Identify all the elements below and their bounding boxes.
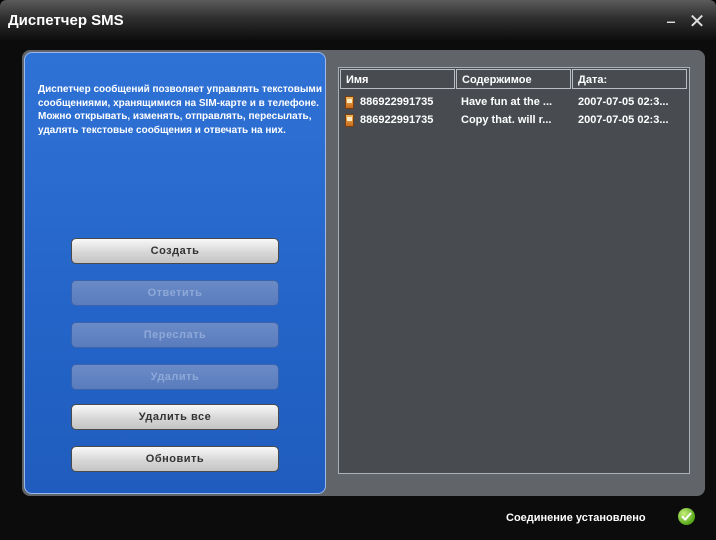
actions-panel: Диспетчер сообщений позволяет управлять …: [24, 52, 326, 494]
sender-name: 886922991735: [360, 114, 434, 126]
connection-status: Соединение установлено: [506, 512, 646, 524]
delete-all-button[interactable]: Удалить все: [71, 404, 279, 430]
table-row[interactable]: 886922991735 Copy that. will r... 2007-0…: [339, 111, 689, 129]
refresh-button[interactable]: Обновить: [71, 446, 279, 472]
create-button[interactable]: Создать: [71, 238, 279, 264]
checkmark-icon: [681, 512, 692, 521]
list-header: Имя Содержимое Дата:: [339, 68, 689, 92]
reply-button[interactable]: Ответить: [71, 280, 279, 306]
forward-button[interactable]: Переслать: [71, 322, 279, 348]
description-text: Диспетчер сообщений позволяет управлять …: [38, 84, 322, 136]
window-title: Диспетчер SMS: [8, 12, 124, 29]
close-button[interactable]: ✕: [686, 10, 708, 32]
title-bar: Диспетчер SMS – ✕: [0, 0, 716, 40]
message-list[interactable]: Имя Содержимое Дата: 886922991735 Have f…: [338, 67, 690, 474]
sms-icon: [345, 114, 354, 127]
message-content: Copy that. will r...: [461, 114, 552, 126]
check-icon: [678, 508, 695, 525]
column-header-date[interactable]: Дата:: [572, 69, 687, 89]
main-panel: Диспетчер сообщений позволяет управлять …: [22, 50, 705, 496]
sms-manager-window: Диспетчер SMS – ✕ Диспетчер сообщений по…: [0, 0, 716, 540]
column-header-content[interactable]: Содержимое: [456, 69, 571, 89]
message-date: 2007-07-05 02:3...: [578, 114, 669, 126]
sender-name: 886922991735: [360, 96, 434, 108]
sms-icon: [345, 96, 354, 109]
delete-button[interactable]: Удалить: [71, 364, 279, 390]
column-header-name[interactable]: Имя: [340, 69, 455, 89]
table-row[interactable]: 886922991735 Have fun at the ... 2007-07…: [339, 93, 689, 111]
minimize-button[interactable]: –: [660, 10, 682, 32]
message-date: 2007-07-05 02:3...: [578, 96, 669, 108]
message-content: Have fun at the ...: [461, 96, 553, 108]
